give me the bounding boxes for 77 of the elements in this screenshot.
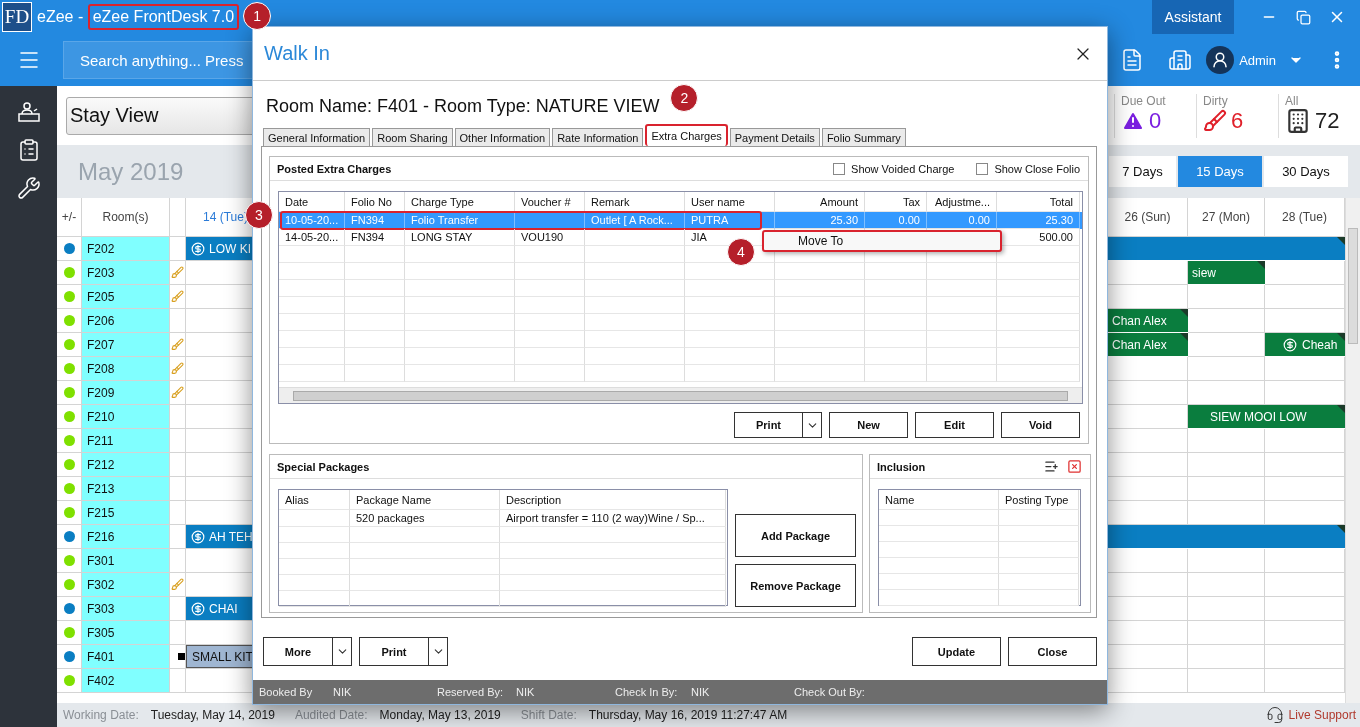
app-logo: FD (2, 2, 32, 32)
step-marker: 2 (670, 84, 699, 112)
room-name: F401 (86, 649, 115, 664)
room-name: F203 (86, 265, 115, 280)
info-value: NIK (516, 686, 536, 698)
column-header: 27 (Mon) (1202, 210, 1250, 224)
room-name: F205 (86, 289, 115, 304)
month-title: May 2019 (78, 157, 184, 186)
room-name: F402 (86, 673, 115, 688)
checkbox-label: Show Close Folio (994, 162, 1080, 175)
info-value: NIK (691, 686, 711, 698)
section-title: Special Packages (277, 460, 371, 473)
table-cell: FN394 (345, 229, 405, 246)
info-label: Check Out By: (794, 686, 866, 698)
stat-value: 6 (1231, 107, 1244, 134)
status-label: Working Date: (63, 708, 139, 722)
step-marker: 4 (727, 238, 755, 266)
column-header: +/- (61, 210, 77, 224)
column-header: 26 (Sun) (1124, 210, 1171, 224)
column-header: 28 (Tue) (1282, 210, 1327, 224)
status-label: Audited Date: (294, 708, 368, 722)
stat-label: All (1285, 93, 1300, 108)
room-name: F216 (86, 529, 115, 544)
room-name: F211 (86, 433, 114, 448)
step-marker: 1 (243, 2, 272, 30)
table-cell: LONG STAY (405, 229, 515, 246)
table-cell: 520 packages (350, 510, 500, 527)
room-name: F302 (86, 577, 115, 592)
section-title: Inclusion (877, 460, 927, 473)
stat-label: Due Out (1121, 93, 1167, 108)
column-header: Description (500, 490, 726, 510)
stat-value: 72 (1315, 107, 1340, 134)
table-cell: 25.30 (997, 212, 1080, 229)
info-label: Reserved By: (437, 686, 505, 698)
column-header: Room(s) (102, 210, 149, 224)
room-heading: Room Name: F401 - Room Type: NATURE VIEW (266, 95, 660, 117)
room-name: F207 (86, 337, 115, 352)
room-name: F210 (86, 409, 115, 424)
stat-value: 0 (1149, 107, 1162, 134)
column-header: Remark (585, 192, 685, 212)
status-label: Shift Date: (520, 708, 577, 722)
table-cell: 0.00 (865, 212, 927, 229)
status-value: Thursday, May 16, 2019 11:27:47 AM (588, 708, 788, 722)
info-label: Check In By: (615, 686, 679, 698)
window-title: eZee - (37, 8, 85, 26)
column-header: Date (279, 192, 345, 212)
column-header: Alias (279, 490, 350, 510)
room-name: F303 (86, 601, 115, 616)
column-header: Posting Type (999, 490, 1079, 510)
app-title: eZee FrontDesk 7.0 (87, 4, 240, 30)
column-header: Name (879, 490, 999, 510)
room-name: F206 (86, 313, 115, 328)
column-header: Charge Type (405, 192, 515, 212)
room-name: F212 (86, 457, 115, 472)
room-name: F213 (86, 481, 115, 496)
table-cell: 14-05-20... (279, 229, 345, 246)
stat-label: Dirty (1203, 93, 1229, 108)
checkbox-label: Show Voided Charge (851, 162, 955, 175)
room-name: F215 (86, 505, 115, 520)
column-header: Package Name (350, 490, 500, 510)
room-name: F305 (86, 625, 115, 640)
info-label: Booked By (259, 686, 314, 698)
table-cell: VOU190 (515, 229, 585, 246)
room-name: F208 (86, 361, 115, 376)
room-name: F202 (86, 241, 115, 256)
table-cell: Airport transfer = 110 (2 way)Wine / Sp... (500, 510, 726, 527)
room-name: F301 (86, 553, 115, 568)
section-title: Posted Extra Charges (277, 162, 393, 175)
info-value: NIK (333, 686, 353, 698)
column-header: Voucher # (515, 192, 585, 212)
table-cell: 0.00 (927, 212, 997, 229)
room-name: F209 (86, 385, 115, 400)
table-cell: 25.30 (775, 212, 865, 229)
status-value: Monday, May 13, 2019 (379, 708, 501, 722)
status-value: Tuesday, May 14, 2019 (150, 708, 275, 722)
column-header: Folio No (345, 192, 405, 212)
dialog-title: Walk In (264, 42, 330, 65)
